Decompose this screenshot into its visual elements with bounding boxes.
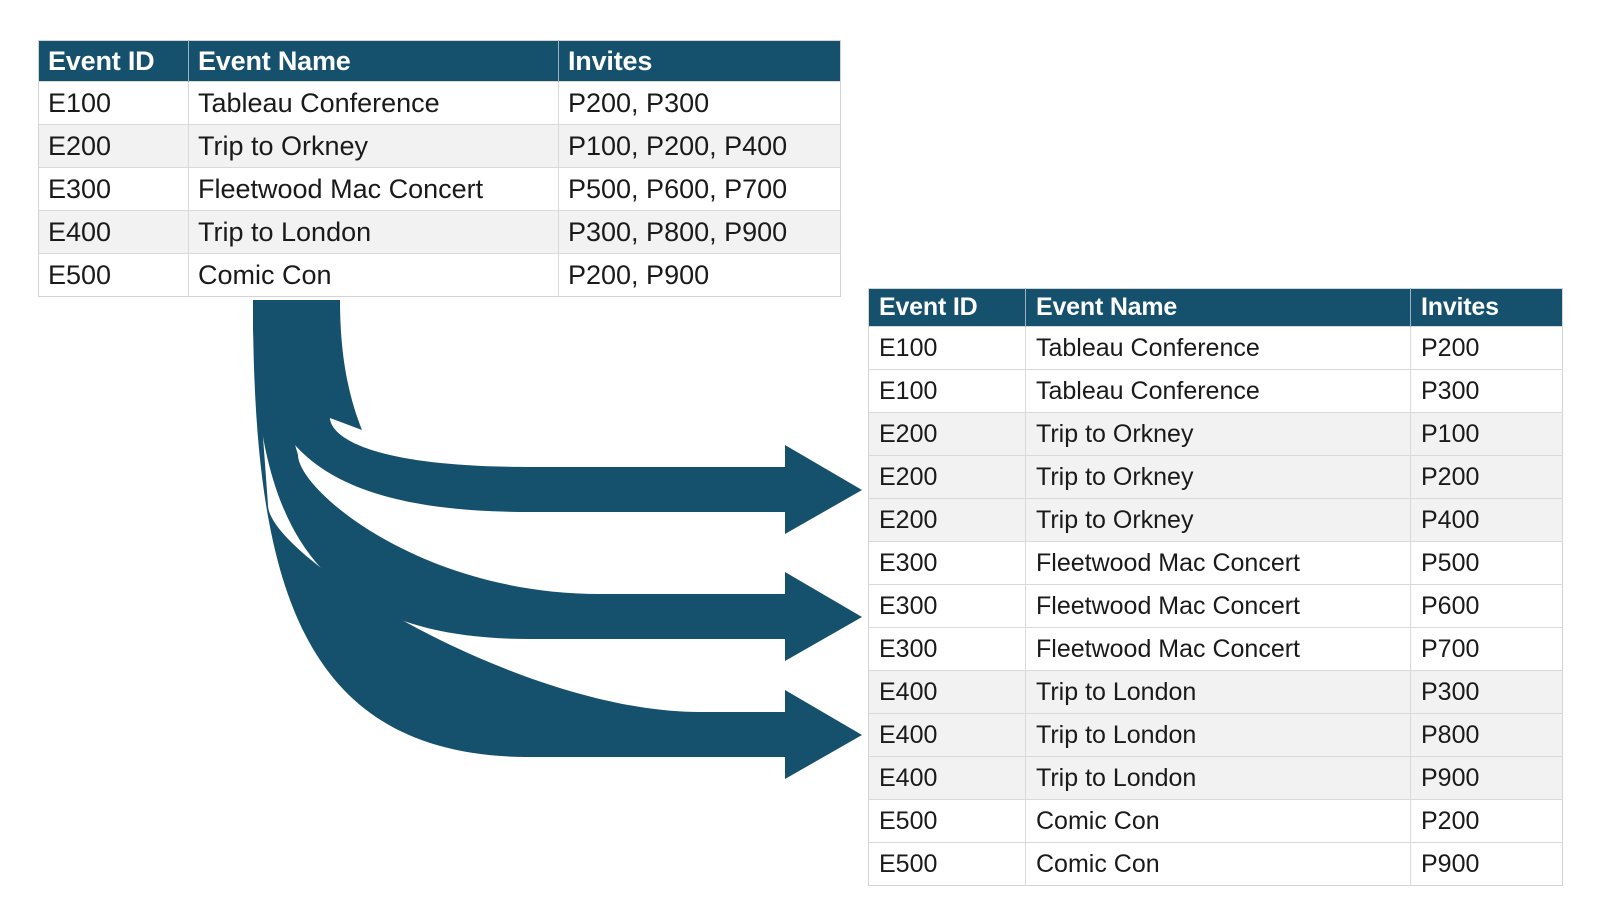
cell-event-name: Fleetwood Mac Concert [1025,584,1411,628]
cell-event-name: Comic Con [1025,799,1411,843]
cell-event-name: Fleetwood Mac Concert [1025,627,1411,671]
table-row: E300 Fleetwood Mac Concert P500 [868,541,1563,585]
table-row: E100 Tableau Conference P200, P300 [38,81,841,125]
cell-event-id: E400 [868,670,1026,714]
cell-invites: P100, P200, P400 [558,124,841,168]
column-header-invites: Invites [1410,288,1563,327]
cell-invites: P200, P900 [558,253,841,297]
cell-event-id: E500 [868,842,1026,886]
cell-invites: P200 [1410,455,1563,499]
source-table: Event ID Event Name Invites E100 Tableau … [38,40,841,297]
table-row: E200 Trip to Orkney P100 [868,412,1563,456]
table-row: E400 Trip to London P800 [868,713,1563,757]
cell-event-name: Fleetwood Mac Concert [1025,541,1411,585]
column-header-event-id: Event ID [868,288,1026,327]
cell-invites: P300 [1410,670,1563,714]
column-header-event-name: Event Name [1025,288,1411,327]
table-row: E400 Trip to London P300, P800, P900 [38,210,841,254]
cell-invites: P500, P600, P700 [558,167,841,211]
cell-event-id: E100 [38,81,189,125]
cell-invites: P200, P300 [558,81,841,125]
cell-invites: P600 [1410,584,1563,628]
cell-invites: P700 [1410,627,1563,671]
column-header-event-id: Event ID [38,40,189,82]
cell-event-id: E200 [868,498,1026,542]
cell-event-id: E200 [38,124,189,168]
cell-event-id: E300 [868,584,1026,628]
cell-event-name: Tableau Conference [1025,369,1411,413]
cell-event-name: Trip to London [1025,713,1411,757]
cell-event-id: E500 [38,253,189,297]
cell-invites: P900 [1410,756,1563,800]
column-header-invites: Invites [558,40,841,82]
table-row: E200 Trip to Orkney P400 [868,498,1563,542]
table-row: E500 Comic Con P900 [868,842,1563,886]
cell-event-name: Trip to Orkney [1025,412,1411,456]
cell-event-id: E400 [38,210,189,254]
cell-event-name: Tableau Conference [188,81,559,125]
cell-event-name: Comic Con [188,253,559,297]
table-row: E300 Fleetwood Mac Concert P600 [868,584,1563,628]
table-header-row: Event ID Event Name Invites [868,288,1563,327]
cell-event-name: Trip to Orkney [1025,455,1411,499]
table-row: E200 Trip to Orkney P200 [868,455,1563,499]
flow-arrow-3 [253,300,862,779]
cell-event-name: Tableau Conference [1025,326,1411,370]
table-row: E100 Tableau Conference P300 [868,369,1563,413]
flow-arrow-1 [253,300,862,534]
result-table-header: Event ID Event Name Invites [868,288,1563,327]
cell-event-name: Fleetwood Mac Concert [188,167,559,211]
table-row: E400 Trip to London P900 [868,756,1563,800]
cell-event-id: E500 [868,799,1026,843]
table-row: E200 Trip to Orkney P100, P200, P400 [38,124,841,168]
cell-invites: P400 [1410,498,1563,542]
cell-event-id: E300 [38,167,189,211]
cell-event-id: E300 [868,541,1026,585]
column-header-event-name: Event Name [188,40,559,82]
flow-arrow-stem [253,300,362,430]
table-row: E300 Fleetwood Mac Concert P700 [868,627,1563,671]
table-row: E500 Comic Con P200 [868,799,1563,843]
cell-event-id: E100 [868,326,1026,370]
cell-invites: P200 [1410,799,1563,843]
source-table-body: E100 Tableau Conference P200, P300 E200 Trip… [38,81,841,297]
cell-event-id: E200 [868,412,1026,456]
table-row: E500 Comic Con P200, P900 [38,253,841,297]
cell-invites: P900 [1410,842,1563,886]
cell-event-id: E300 [868,627,1026,671]
cell-invites: P100 [1410,412,1563,456]
cell-event-id: E400 [868,756,1026,800]
table-header-row: Event ID Event Name Invites [38,40,841,82]
source-table-header: Event ID Event Name Invites [38,40,841,82]
cell-invites: P300, P800, P900 [558,210,841,254]
cell-event-id: E200 [868,455,1026,499]
table-row: E400 Trip to London P300 [868,670,1563,714]
cell-event-name: Comic Con [1025,842,1411,886]
cell-event-id: E100 [868,369,1026,413]
flow-arrow-2 [253,300,862,661]
result-table: Event ID Event Name Invites E100 Tableau … [868,288,1563,886]
cell-event-name: Trip to London [1025,670,1411,714]
cell-invites: P800 [1410,713,1563,757]
cell-event-name: Trip to London [188,210,559,254]
result-table-body: E100 Tableau Conference P200 E100 Tableau Co… [868,326,1563,886]
cell-invites: P300 [1410,369,1563,413]
cell-invites: P200 [1410,326,1563,370]
cell-invites: P500 [1410,541,1563,585]
table-row: E100 Tableau Conference P200 [868,326,1563,370]
table-row: E300 Fleetwood Mac Concert P500, P600, P70… [38,167,841,211]
cell-event-id: E400 [868,713,1026,757]
cell-event-name: Trip to London [1025,756,1411,800]
cell-event-name: Trip to Orkney [1025,498,1411,542]
cell-event-name: Trip to Orkney [188,124,559,168]
